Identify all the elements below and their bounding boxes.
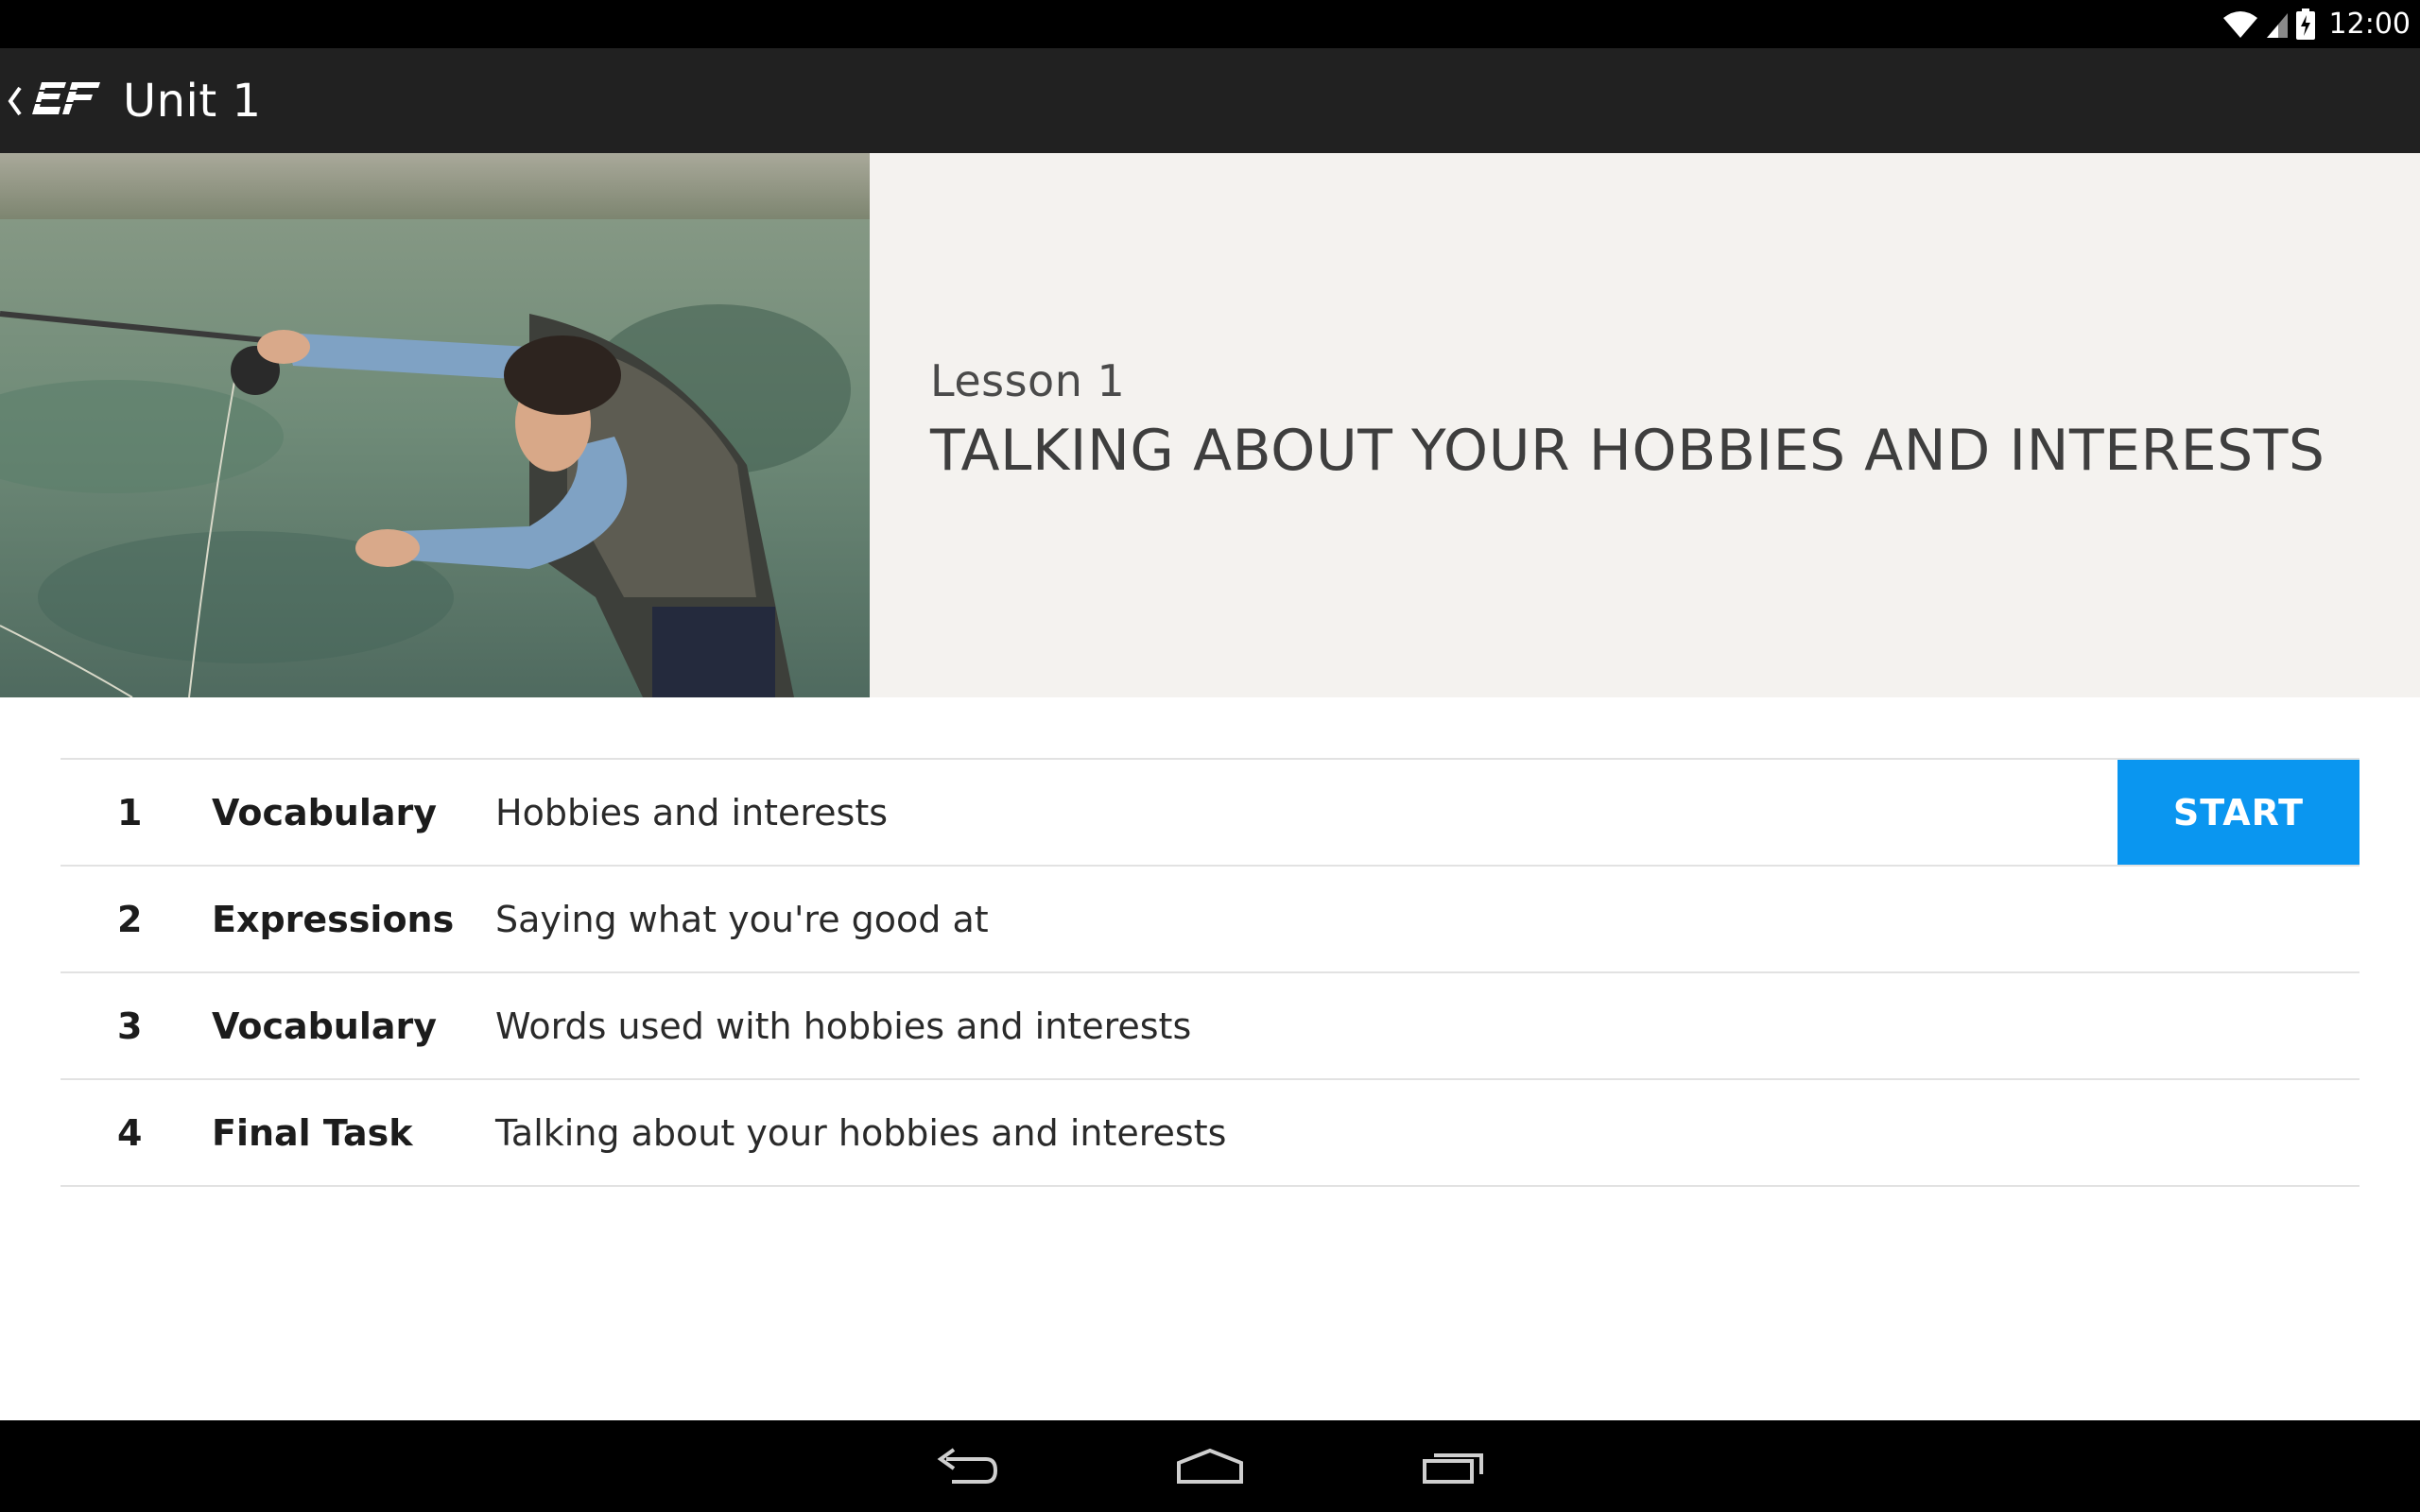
status-bar: 12:00 [0, 0, 2420, 48]
start-button[interactable]: START [2118, 760, 2360, 865]
activity-index: 4 [117, 1111, 143, 1154]
activity-row[interactable]: 2 Expressions Saying what you're good at [60, 867, 2360, 973]
activity-index: 3 [117, 1005, 143, 1047]
activity-description: Hobbies and interests [495, 791, 889, 833]
nav-back-button[interactable] [844, 1420, 1088, 1512]
lesson-heading: Lesson 1 TALKING ABOUT YOUR HOBBIES AND … [930, 355, 2386, 484]
lesson-header: Lesson 1 TALKING ABOUT YOUR HOBBIES AND … [0, 153, 2420, 697]
activity-row[interactable]: 1 Vocabulary Hobbies and interests START [60, 760, 2360, 867]
clock: 12:00 [2328, 8, 2411, 41]
activity-description: Saying what you're good at [495, 898, 989, 940]
battery-charging-icon [2295, 8, 2316, 41]
activity-type: Final Task [212, 1111, 413, 1154]
status-icons: 12:00 [2221, 0, 2411, 48]
activity-index: 2 [117, 898, 143, 940]
activity-row[interactable]: 4 Final Task Talking about your hobbies … [60, 1080, 2360, 1187]
activity-index: 1 [117, 791, 143, 833]
page-title: Unit 1 [123, 74, 262, 128]
back-icon [933, 1447, 999, 1486]
activity-description: Words used with hobbies and interests [495, 1005, 1192, 1047]
nav-home-button[interactable] [1088, 1420, 1332, 1512]
nav-recent-apps-button[interactable] [1332, 1420, 1576, 1512]
activity-type: Expressions [212, 898, 455, 940]
ef-logo [28, 78, 104, 124]
activity-row[interactable]: 3 Vocabulary Words used with hobbies and… [60, 973, 2360, 1080]
lesson-number: Lesson 1 [930, 355, 1126, 406]
up-button[interactable]: Unit 1 [0, 48, 262, 153]
activity-type: Vocabulary [212, 1005, 438, 1047]
lesson-image [0, 153, 870, 697]
activity-list: 1 Vocabulary Hobbies and interests START… [60, 758, 2360, 1187]
lesson-title: TALKING ABOUT YOUR HOBBIES AND INTERESTS [930, 418, 2325, 484]
navigation-bar [0, 1420, 2420, 1512]
chevron-left-icon [6, 82, 23, 120]
wifi-icon [2221, 9, 2259, 40]
action-bar: Unit 1 [0, 48, 2420, 153]
activity-description: Talking about your hobbies and interests [495, 1111, 1227, 1154]
signal-icon [2265, 9, 2290, 40]
activity-type: Vocabulary [212, 791, 438, 833]
home-icon [1175, 1448, 1245, 1486]
recent-apps-icon [1421, 1448, 1487, 1486]
